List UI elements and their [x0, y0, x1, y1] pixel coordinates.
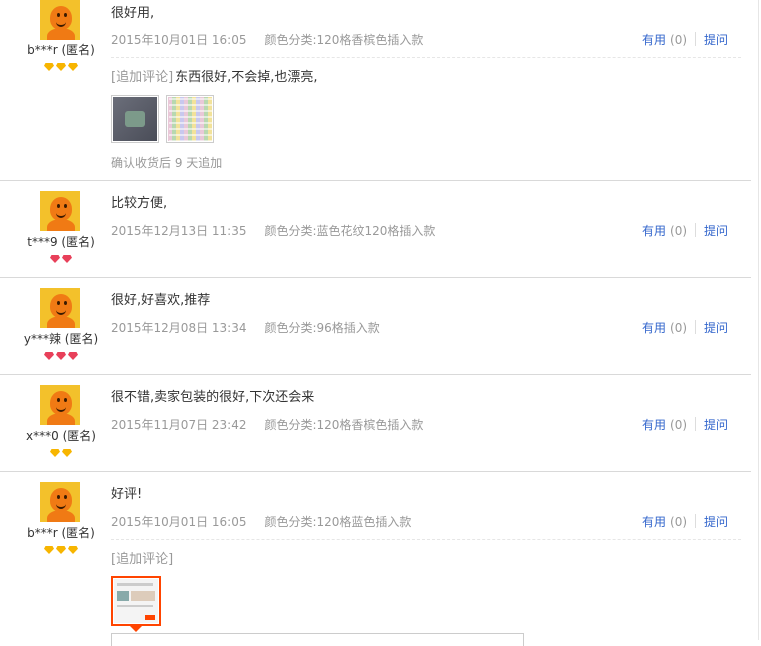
review-meta: 2015年11月07日 23:42 颜色分类:120格香槟色插入款	[111, 416, 423, 433]
diamond-icon	[56, 63, 66, 71]
reviewer-name: b***r (匿名)	[27, 526, 95, 540]
review-sku: 颜色分类:120格香槟色插入款	[264, 418, 424, 432]
review-actions: 有用 (0) 提问	[642, 319, 728, 336]
useful-button[interactable]: 有用	[642, 33, 666, 47]
review-date: 2015年11月07日 23:42	[111, 418, 247, 432]
diamond-icon	[56, 546, 66, 554]
dashed-divider	[111, 57, 741, 58]
divider	[695, 223, 697, 237]
review-actions: 有用 (0) 提问	[642, 416, 728, 433]
reviewer-level-badges	[0, 449, 122, 460]
useful-button[interactable]: 有用	[642, 515, 666, 529]
avatar[interactable]	[40, 482, 80, 522]
review-actions: 有用 (0) 提问	[642, 31, 728, 48]
review-actions: 有用 (0) 提问	[642, 222, 728, 239]
appended-review-text: 东西很好,不会掉,也漂亮,	[175, 70, 318, 85]
review-actions: 有用 (0) 提问	[642, 513, 728, 530]
reviewer-level-badges	[0, 63, 122, 74]
review-sku: 颜色分类:120格香槟色插入款	[264, 33, 424, 47]
useful-count: (0)	[670, 33, 688, 47]
review-date: 2015年12月08日 13:34	[111, 321, 247, 335]
appended-review: [追加评论]	[111, 548, 173, 567]
divider	[695, 320, 697, 334]
appended-review-tag: [追加评论]	[111, 552, 174, 567]
review-sku: 颜色分类:蓝色花纹120格插入款	[264, 224, 436, 238]
review-meta: 2015年12月13日 11:35 颜色分类:蓝色花纹120格插入款	[111, 222, 435, 239]
diamond-icon	[68, 546, 78, 554]
review-item: t***9 (匿名) 比较方便, 2015年12月13日 11:35 颜色分类:蓝…	[0, 181, 751, 278]
review-photos	[111, 576, 168, 632]
ask-question-button[interactable]: 提问	[704, 418, 728, 432]
useful-button[interactable]: 有用	[642, 224, 666, 238]
dashed-divider	[111, 539, 741, 540]
heart-diamond-icon	[56, 352, 66, 360]
review-date: 2015年12月13日 11:35	[111, 224, 247, 238]
review-text: 很不错,卖家包装的很好,下次还会来	[111, 390, 315, 405]
review-meta: 2015年10月01日 16:05 颜色分类:120格蓝色插入款	[111, 513, 411, 530]
heart-diamond-icon	[50, 255, 60, 263]
appended-review-tag: [追加评论]	[111, 70, 174, 85]
page-right-border	[758, 0, 759, 640]
review-meta: 2015年10月01日 16:05 颜色分类:120格香槟色插入款	[111, 31, 423, 48]
review-date: 2015年10月01日 16:05	[111, 515, 247, 529]
review-item: y***辣 (匿名) 很好,好喜欢,推荐 2015年12月08日 13:34 颜色…	[0, 278, 751, 375]
divider	[695, 32, 697, 46]
append-time-note: 确认收货后 9 天追加	[111, 156, 223, 170]
reviewer-level-badges	[0, 352, 122, 363]
review-photo-thumbnail[interactable]	[111, 95, 159, 143]
ask-question-button[interactable]: 提问	[704, 33, 728, 47]
avatar[interactable]	[40, 0, 80, 40]
review-item: b***r (匿名) 好评! 2015年10月01日 16:05 颜色分类:120…	[0, 472, 751, 640]
useful-count: (0)	[670, 515, 688, 529]
heart-diamond-icon	[62, 255, 72, 263]
review-photo-thumbnail[interactable]	[166, 95, 214, 143]
review-item: b***r (匿名) 很好用, 2015年10月01日 16:05 颜色分类:12…	[0, 0, 751, 181]
reviewer-name: b***r (匿名)	[27, 43, 95, 57]
review-text: 好评!	[111, 487, 143, 502]
heart-diamond-icon	[68, 352, 78, 360]
review-sku: 颜色分类:120格蓝色插入款	[264, 515, 412, 529]
divider	[695, 514, 697, 528]
avatar[interactable]	[40, 385, 80, 425]
review-text: 很好,好喜欢,推荐	[111, 293, 211, 308]
diamond-icon	[50, 449, 60, 457]
ask-question-button[interactable]: 提问	[704, 224, 728, 238]
review-text: 比较方便,	[111, 196, 168, 211]
reviewer-name: x***0 (匿名)	[26, 429, 96, 443]
divider	[695, 417, 697, 431]
reviewer-name: t***9 (匿名)	[27, 235, 95, 249]
heart-diamond-icon	[44, 352, 54, 360]
review-photos	[111, 95, 221, 143]
reviewer-name: y***辣 (匿名)	[23, 332, 99, 346]
reviewer-level-badges	[0, 255, 122, 266]
review-date: 2015年10月01日 16:05	[111, 33, 247, 47]
diamond-icon	[44, 546, 54, 554]
reviewer-level-badges	[0, 546, 122, 557]
useful-button[interactable]: 有用	[642, 321, 666, 335]
review-sku: 颜色分类:96格插入款	[264, 321, 380, 335]
review-text: 很好用,	[111, 6, 155, 21]
avatar[interactable]	[40, 191, 80, 231]
useful-button[interactable]: 有用	[642, 418, 666, 432]
diamond-icon	[68, 63, 78, 71]
useful-count: (0)	[670, 321, 688, 335]
review-item: x***0 (匿名) 很不错,卖家包装的很好,下次还会来 2015年11月07日…	[0, 375, 751, 472]
diamond-icon	[44, 63, 54, 71]
appended-review: [追加评论] 东西很好,不会掉,也漂亮,	[111, 66, 318, 85]
useful-count: (0)	[670, 418, 688, 432]
review-photo-thumbnail-selected[interactable]	[111, 576, 161, 632]
useful-count: (0)	[670, 224, 688, 238]
diamond-icon	[62, 449, 72, 457]
ask-question-button[interactable]: 提问	[704, 515, 728, 529]
ask-question-button[interactable]: 提问	[704, 321, 728, 335]
avatar[interactable]	[40, 288, 80, 328]
review-meta: 2015年12月08日 13:34 颜色分类:96格插入款	[111, 319, 380, 336]
